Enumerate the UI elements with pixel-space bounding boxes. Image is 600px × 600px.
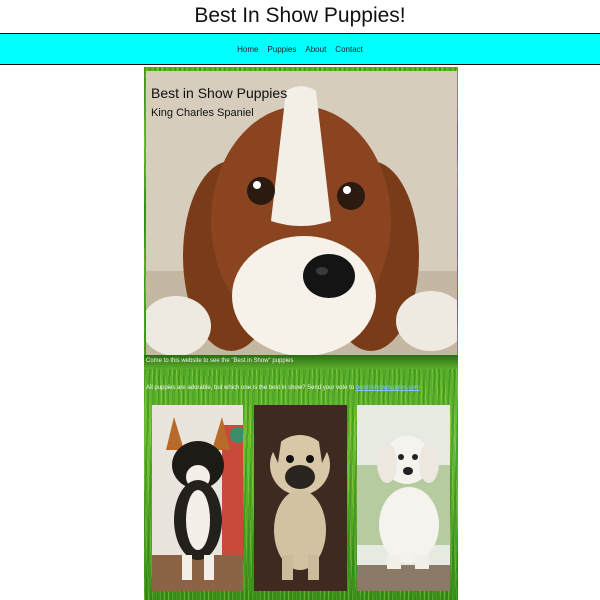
nav-link-contact[interactable]: Contact (335, 45, 363, 54)
corgi-puppy-photo (152, 405, 243, 591)
hero-caption: Come to this website to see the "Best in… (146, 358, 294, 364)
intro-text: All puppies are adorable, but which one … (146, 385, 355, 391)
navbar: Home Puppies About Contact (0, 33, 600, 65)
intro-paragraph: All puppies are adorable, but which one … (146, 385, 420, 391)
nav-link-puppies[interactable]: Puppies (267, 45, 296, 54)
labrador-puppy-photo (357, 405, 450, 591)
thumbnail-labrador (357, 405, 450, 591)
hero-image: Best in Show Puppies King Charles Spanie… (146, 71, 457, 355)
nav-link-home[interactable]: Home (237, 45, 258, 54)
thumbnail-pug (254, 405, 347, 591)
hero-heading: Best in Show Puppies (151, 85, 288, 101)
vote-link[interactable]: bestinshowpuppies.com (356, 385, 420, 391)
hero-subheading: King Charles Spaniel (151, 107, 254, 119)
site-title: Best In Show Puppies! (194, 4, 406, 27)
pug-puppy-photo (254, 405, 347, 591)
nav-link-about[interactable]: About (305, 45, 326, 54)
thumbnail-corgi (152, 405, 243, 591)
main-content: Best in Show Puppies King Charles Spanie… (144, 67, 458, 600)
